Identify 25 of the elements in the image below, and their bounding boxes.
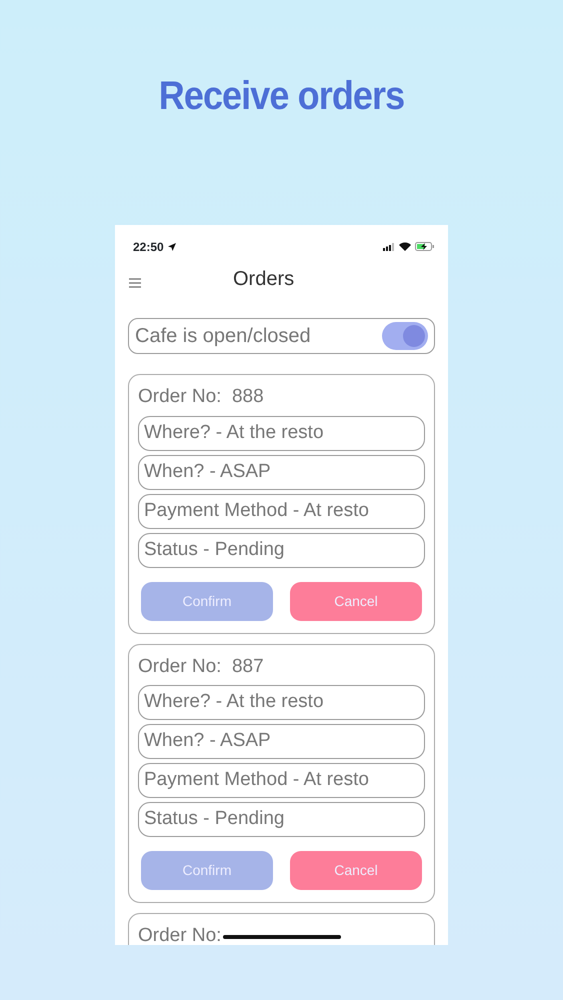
order-detail-field: When? - ASAP [138,724,425,759]
signal-icon [383,242,395,250]
open-closed-switch[interactable] [382,322,428,350]
confirm-button[interactable]: Confirm [141,582,273,620]
order-detail-field: Where? - At the resto [138,685,425,720]
battery-charging-icon [415,242,434,251]
location-arrow-icon [168,242,176,250]
order-number: Order No: [138,924,222,945]
order-detail-field: Payment Method - At resto [138,494,425,528]
order-detail-field: When? - ASAP [138,454,425,490]
cancel-button[interactable]: Cancel [290,851,422,890]
wifi-icon [399,242,411,251]
order-detail-field: Where? - At the resto [138,416,425,450]
headline: Receive orders [158,73,406,120]
menu-icon[interactable] [129,278,141,288]
status-time: 22:50 [133,238,164,256]
cafe-status-label: Cafe is open/closed [135,324,311,349]
cancel-button[interactable]: Cancel [290,582,422,620]
confirm-button[interactable]: Confirm [141,851,273,890]
order-detail-field: Status - Pending [138,532,425,568]
order-detail-field: Payment Method - At resto [138,763,425,798]
order-number: Order No: 888 [138,385,264,409]
order-detail-field: Status - Pending [138,802,425,837]
order-number: Order No: 887 [138,654,264,678]
screen-title: Orders [233,267,294,292]
